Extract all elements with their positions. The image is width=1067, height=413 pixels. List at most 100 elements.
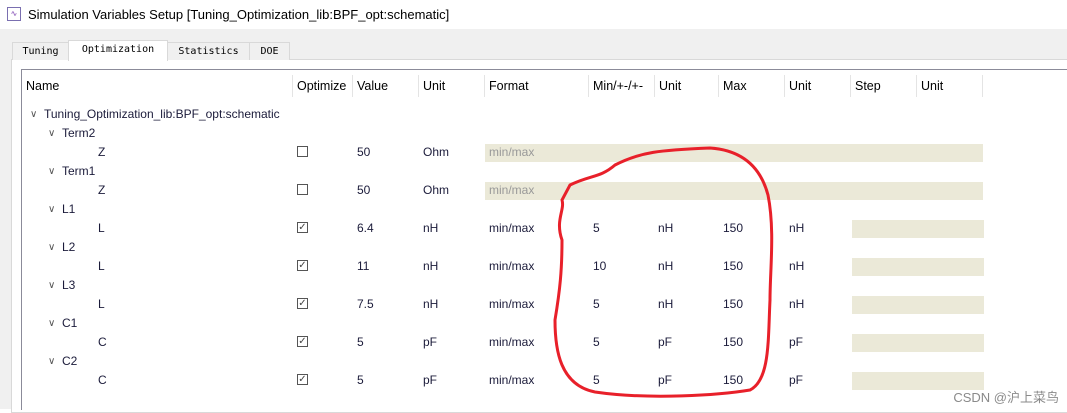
- format-cell[interactable]: min/max: [489, 257, 534, 276]
- tree-group-row[interactable]: ∨ L1: [22, 200, 1022, 219]
- min-unit-cell[interactable]: pF: [658, 333, 672, 352]
- column-header-step[interactable]: Step: [851, 75, 917, 97]
- tab-tuning[interactable]: Tuning: [12, 42, 69, 60]
- optimize-checkbox[interactable]: [297, 184, 308, 195]
- column-header-min[interactable]: Min/+-/+-: [589, 75, 655, 97]
- optimize-checkbox[interactable]: ✓: [297, 374, 308, 385]
- variable-name: C1: [62, 316, 78, 330]
- tree-group-row[interactable]: ∨ C2: [22, 352, 1022, 371]
- unit-cell[interactable]: nH: [423, 295, 438, 314]
- format-cell[interactable]: min/max: [489, 219, 534, 238]
- step-cell[interactable]: [852, 334, 984, 352]
- value-cell[interactable]: 11: [357, 257, 369, 276]
- disabled-range-area: [485, 182, 983, 200]
- variable-row[interactable]: L ✓ 11 nH min/max 10 nH 150 nH: [22, 257, 1022, 276]
- variable-row[interactable]: C ✓ 5 pF min/max 5 pF 150 pF: [22, 333, 1022, 352]
- variable-name: Z: [98, 145, 106, 159]
- optimize-checkbox[interactable]: [297, 146, 308, 157]
- format-cell[interactable]: min/max: [489, 371, 534, 390]
- variable-name: Term2: [62, 126, 96, 140]
- column-header-name[interactable]: Name: [22, 75, 293, 97]
- min-cell[interactable]: 5: [593, 295, 600, 314]
- column-header-unit[interactable]: Unit: [419, 75, 485, 97]
- column-header-min-unit[interactable]: Unit: [655, 75, 719, 97]
- chevron-down-icon[interactable]: ∨: [48, 238, 55, 257]
- unit-cell[interactable]: pF: [423, 371, 437, 390]
- unit-cell[interactable]: pF: [423, 333, 437, 352]
- chevron-down-icon[interactable]: ∨: [48, 276, 55, 295]
- format-cell[interactable]: min/max: [489, 295, 534, 314]
- min-unit-cell[interactable]: pF: [658, 371, 672, 390]
- step-cell[interactable]: [852, 258, 984, 276]
- column-header-format[interactable]: Format: [485, 75, 589, 97]
- tree-group-row[interactable]: ∨ C1: [22, 314, 1022, 333]
- value-cell[interactable]: 5: [357, 371, 364, 390]
- min-cell[interactable]: 10: [593, 257, 606, 276]
- unit-cell[interactable]: nH: [423, 219, 438, 238]
- unit-cell[interactable]: nH: [423, 257, 438, 276]
- chevron-down-icon[interactable]: ∨: [48, 162, 55, 181]
- format-cell: min/max: [489, 183, 535, 197]
- column-header-max-unit[interactable]: Unit: [785, 75, 851, 97]
- min-unit-cell[interactable]: nH: [658, 257, 673, 276]
- chevron-down-icon[interactable]: ∨: [48, 200, 55, 219]
- column-header-max[interactable]: Max: [719, 75, 785, 97]
- chevron-down-icon[interactable]: ∨: [48, 352, 55, 371]
- optimize-checkbox[interactable]: ✓: [297, 336, 308, 347]
- min-cell[interactable]: 5: [593, 219, 600, 238]
- max-cell[interactable]: 150: [723, 371, 743, 390]
- variable-row[interactable]: L ✓ 7.5 nH min/max 5 nH 150 nH: [22, 295, 1022, 314]
- max-cell[interactable]: 150: [723, 257, 743, 276]
- max-unit-cell[interactable]: nH: [789, 219, 804, 238]
- value-cell[interactable]: 50: [357, 143, 370, 162]
- max-unit-cell[interactable]: nH: [789, 257, 804, 276]
- tree-group-row[interactable]: ∨ Term2: [22, 124, 1022, 143]
- tree-group-row[interactable]: ∨ Tuning_Optimization_lib:BPF_opt:schemat…: [22, 105, 1022, 124]
- max-unit-cell[interactable]: nH: [789, 295, 804, 314]
- column-header-value[interactable]: Value: [353, 75, 419, 97]
- min-cell[interactable]: 5: [593, 333, 600, 352]
- unit-cell[interactable]: Ohm: [423, 181, 449, 200]
- variable-name: L1: [62, 202, 76, 216]
- tree-group-row[interactable]: ∨ Term1: [22, 162, 1022, 181]
- tab-statistics[interactable]: Statistics: [167, 42, 250, 60]
- variable-name: C: [98, 373, 107, 387]
- tree-group-row[interactable]: ∨ L2: [22, 238, 1022, 257]
- variable-row[interactable]: C ✓ 5 pF min/max 5 pF 150 pF: [22, 371, 1022, 390]
- variable-row[interactable]: L ✓ 6.4 nH min/max 5 nH 150 nH: [22, 219, 1022, 238]
- min-unit-cell[interactable]: nH: [658, 295, 673, 314]
- unit-cell[interactable]: Ohm: [423, 143, 449, 162]
- min-unit-cell[interactable]: nH: [658, 219, 673, 238]
- chevron-down-icon[interactable]: ∨: [48, 314, 55, 333]
- column-header-step-unit[interactable]: Unit: [917, 75, 983, 97]
- step-cell[interactable]: [852, 220, 984, 238]
- chevron-down-icon[interactable]: ∨: [30, 105, 37, 124]
- value-cell[interactable]: 6.4: [357, 219, 374, 238]
- variable-row[interactable]: Z 50 Ohm min/max: [22, 181, 1022, 200]
- tree-group-row[interactable]: ∨ L3: [22, 276, 1022, 295]
- column-header-optimize[interactable]: Optimize: [293, 75, 353, 97]
- max-cell[interactable]: 150: [723, 295, 743, 314]
- value-cell[interactable]: 7.5: [357, 295, 374, 314]
- variables-table: Name Optimize Value Unit Format Min/+-/+- Unit…: [21, 69, 1067, 410]
- step-cell[interactable]: [852, 296, 984, 314]
- variable-name: L2: [62, 240, 76, 254]
- max-cell[interactable]: 150: [723, 219, 743, 238]
- tab-optimization[interactable]: Optimization: [68, 40, 168, 61]
- title-bar: ∿ Simulation Variables Setup [Tuning_Opt…: [0, 0, 1067, 29]
- min-cell[interactable]: 5: [593, 371, 600, 390]
- max-unit-cell[interactable]: pF: [789, 333, 803, 352]
- chevron-down-icon[interactable]: ∨: [48, 124, 55, 143]
- value-cell[interactable]: 5: [357, 333, 364, 352]
- waveform-app-icon: ∿: [7, 7, 21, 21]
- variable-row[interactable]: Z 50 Ohm min/max: [22, 143, 1022, 162]
- optimize-checkbox[interactable]: ✓: [297, 222, 308, 233]
- max-cell[interactable]: 150: [723, 333, 743, 352]
- format-cell[interactable]: min/max: [489, 333, 534, 352]
- watermark: CSDN @沪上菜鸟: [953, 390, 1059, 405]
- optimize-checkbox[interactable]: ✓: [297, 298, 308, 309]
- max-unit-cell[interactable]: pF: [789, 371, 803, 390]
- optimize-checkbox[interactable]: ✓: [297, 260, 308, 271]
- value-cell[interactable]: 50: [357, 181, 370, 200]
- tab-doe[interactable]: DOE: [249, 42, 290, 60]
